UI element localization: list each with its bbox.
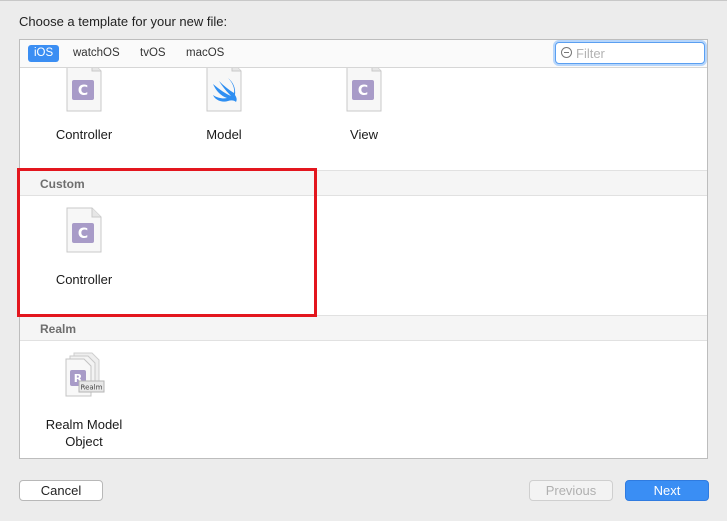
c-source-file-icon: C — [346, 68, 382, 112]
template-controller[interactable]: C Controller — [34, 68, 134, 148]
tab-macos[interactable]: macOS — [180, 45, 230, 62]
dialog-prompt: Choose a template for your new file: — [19, 14, 228, 29]
filter-input[interactable] — [576, 45, 700, 61]
cancel-button[interactable]: Cancel — [19, 480, 103, 501]
template-model[interactable]: Model — [174, 68, 274, 148]
swift-file-icon — [206, 68, 242, 112]
template-label: Realm Model Object — [45, 417, 123, 449]
template-label: Controller — [55, 127, 113, 142]
window-top-border — [0, 0, 727, 1]
template-label: Controller — [55, 272, 113, 287]
svg-text:C: C — [78, 226, 88, 242]
realm-model-icon: R Realm — [65, 352, 105, 398]
filter-icon — [561, 47, 572, 58]
filter-field[interactable] — [555, 42, 705, 64]
section-header-custom: Custom — [20, 170, 707, 196]
c-source-file-icon: C — [66, 68, 102, 112]
platform-tab-bar: iOS watchOS tvOS macOS — [20, 40, 707, 68]
tab-tvos[interactable]: tvOS — [134, 45, 172, 62]
svg-text:C: C — [358, 83, 368, 99]
section-header-realm: Realm — [20, 315, 707, 341]
c-source-file-icon: C — [66, 207, 102, 253]
section-title: Realm — [40, 322, 77, 336]
tab-watchos[interactable]: watchOS — [67, 45, 126, 62]
template-chooser-panel: iOS watchOS tvOS macOS C Controller — [19, 39, 708, 459]
svg-text:C: C — [78, 83, 88, 99]
svg-text:Realm: Realm — [81, 384, 103, 392]
template-custom-controller[interactable]: C Controller — [34, 207, 134, 291]
template-realm-model-object[interactable]: R Realm Realm Model Object — [34, 352, 134, 452]
template-label: Model — [206, 127, 242, 142]
tab-ios[interactable]: iOS — [28, 45, 60, 62]
template-view[interactable]: C View — [314, 68, 414, 148]
previous-button[interactable]: Previous — [529, 480, 613, 501]
section-title: Custom — [40, 177, 85, 191]
next-button[interactable]: Next — [625, 480, 709, 501]
template-label: View — [350, 127, 378, 142]
